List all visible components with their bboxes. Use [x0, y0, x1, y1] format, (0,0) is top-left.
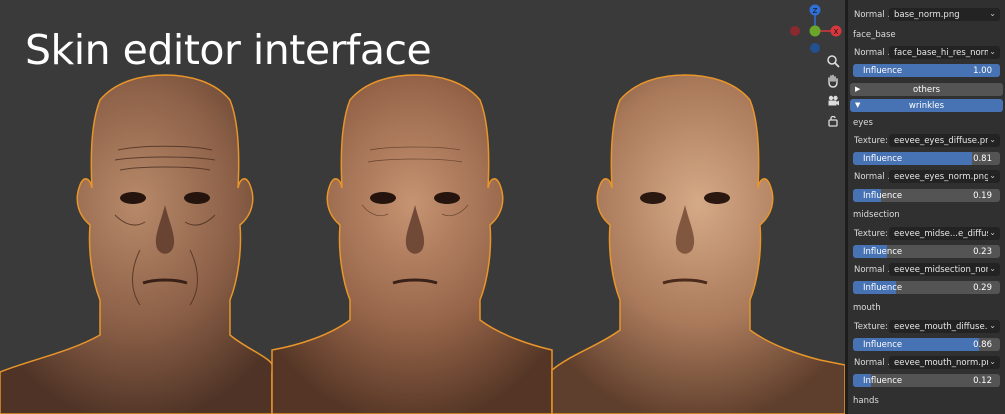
influence-slider[interactable]: Influence 0.86: [853, 338, 1000, 351]
field-value: eevee_mouth_diffuse.png: [894, 322, 988, 332]
viewport-tools: [824, 54, 842, 134]
chevron-down-icon: ⌄: [989, 171, 996, 180]
field-label: Texture:: [854, 229, 888, 239]
panel-row-11: midsection: [848, 208, 1005, 222]
panel-header-others[interactable]: ▶ others: [850, 83, 1003, 96]
gizmo-z-label: Z: [813, 7, 818, 15]
slider-label: Influence: [863, 376, 903, 386]
properties-panel: Normal ... base_norm.png ⌄ face_base Nor…: [848, 0, 1005, 414]
chevron-down-icon: ⌄: [989, 47, 996, 56]
slider-label: Influence: [863, 283, 903, 293]
slider-label: Influence: [863, 340, 903, 350]
field-value: eevee_eyes_norm.png: [894, 172, 988, 182]
field-label: Texture:: [854, 322, 888, 332]
panel-row-21: hands: [848, 394, 1005, 408]
chevron-down-icon: ⌄: [989, 321, 996, 330]
texture-select[interactable]: face_base_hi_res_norm.png ⌄: [889, 46, 1000, 59]
panel-row-9: Normal ... eevee_eyes_norm.png ⌄: [848, 170, 1005, 184]
texture-select[interactable]: eevee_mouth_norm.png ⌄: [889, 356, 1000, 369]
app-window: Skin editor interface Z X Normal ... bas…: [0, 0, 1005, 414]
viewport-title: Skin editor interface: [25, 26, 432, 74]
slider-label: Influence: [863, 247, 903, 257]
chevron-down-icon: ⌄: [989, 135, 996, 144]
texture-select[interactable]: eevee_midse...e_diffuse.png ⌄: [889, 227, 1000, 240]
panel-row-14: Normal ... eevee_midsection_norm.png ⌄: [848, 263, 1005, 277]
panel-row-7: Texture: eevee_eyes_diffuse.png ⌄: [848, 134, 1005, 148]
chevron-down-icon: ⌄: [989, 264, 996, 273]
section-label: eyes: [853, 118, 873, 128]
texture-select[interactable]: eevee_eyes_diffuse.png ⌄: [889, 134, 1000, 147]
3d-viewport[interactable]: Skin editor interface Z X: [0, 0, 845, 414]
panel-row-16: mouth: [848, 301, 1005, 315]
field-value: eevee_mouth_norm.png: [894, 358, 988, 368]
camera-icon[interactable]: [824, 94, 842, 112]
texture-select[interactable]: eevee_eyes_norm.png ⌄: [889, 170, 1000, 183]
field-value: base_norm.png: [894, 10, 960, 20]
lock-icon[interactable]: [824, 114, 842, 132]
slider-label: Influence: [863, 154, 903, 164]
slider-label: Influence: [863, 66, 903, 76]
slider-value: 0.86: [973, 340, 992, 350]
influence-slider[interactable]: Influence 0.81: [853, 152, 1000, 165]
triangle-down-icon: ▼: [855, 101, 861, 109]
chevron-down-icon: ⌄: [989, 357, 996, 366]
header-label: wrinkles: [908, 101, 945, 111]
panel-row-3: Influence 1.00: [848, 64, 1005, 78]
panel-row-19: Normal ... eevee_mouth_norm.png ⌄: [848, 356, 1005, 370]
zoom-icon[interactable]: [824, 54, 842, 72]
panel-header-wrinkles[interactable]: ▼ wrinkles: [850, 99, 1003, 112]
influence-slider[interactable]: Influence 0.29: [853, 281, 1000, 294]
influence-slider[interactable]: Influence 0.12: [853, 374, 1000, 387]
slider-value: 0.81: [973, 154, 992, 164]
panel-row-0: Normal ... base_norm.png ⌄: [848, 8, 1005, 22]
slider-value: 1.00: [973, 66, 992, 76]
panel-row-10: Influence 0.19: [848, 189, 1005, 203]
gizmo-x-label: X: [834, 28, 839, 36]
gizmo-neg-x[interactable]: [790, 26, 800, 36]
head-3: [551, 74, 845, 414]
section-label: face_base: [853, 30, 896, 40]
field-value: eevee_eyes_diffuse.png: [894, 136, 988, 146]
influence-slider[interactable]: Influence 0.23: [853, 245, 1000, 258]
head-2: [271, 74, 553, 414]
panel-row-8: Influence 0.81: [848, 152, 1005, 166]
gizmo-neg-z[interactable]: [810, 43, 820, 53]
section-label: hands: [853, 396, 879, 406]
triangle-right-icon: ▶: [855, 85, 861, 93]
slider-value: 0.12: [973, 376, 992, 386]
panel-row-6: eyes: [848, 116, 1005, 130]
field-value: eevee_midsection_norm.png: [894, 265, 988, 275]
header-label: others: [912, 85, 941, 95]
influence-slider[interactable]: Influence 1.00: [853, 64, 1000, 77]
chevron-down-icon: ⌄: [989, 228, 996, 237]
field-label: Texture:: [854, 136, 888, 146]
texture-select[interactable]: eevee_mouth_diffuse.png ⌄: [889, 320, 1000, 333]
field-value: eevee_midse...e_diffuse.png: [894, 229, 988, 239]
slider-value: 0.29: [973, 283, 992, 293]
texture-select[interactable]: base_norm.png ⌄: [889, 8, 1000, 21]
section-label: midsection: [853, 210, 900, 220]
panel-row-2: Normal ... face_base_hi_res_norm.png ⌄: [848, 46, 1005, 60]
hand-icon[interactable]: [824, 74, 842, 92]
gizmo-y[interactable]: [809, 25, 821, 37]
influence-slider[interactable]: Influence 0.19: [853, 189, 1000, 202]
slider-value: 0.19: [973, 191, 992, 201]
panel-row-20: Influence 0.12: [848, 374, 1005, 388]
panel-row-1: face_base: [848, 28, 1005, 42]
panel-row-13: Influence 0.23: [848, 245, 1005, 259]
field-value: face_base_hi_res_norm.png: [894, 48, 988, 58]
panel-row-12: Texture: eevee_midse...e_diffuse.png ⌄: [848, 227, 1005, 241]
texture-select[interactable]: eevee_midsection_norm.png ⌄: [889, 263, 1000, 276]
panel-row-15: Influence 0.29: [848, 281, 1005, 295]
section-label: mouth: [853, 303, 881, 313]
panel-row-17: Texture: eevee_mouth_diffuse.png ⌄: [848, 320, 1005, 334]
panel-row-18: Influence 0.86: [848, 338, 1005, 352]
slider-label: Influence: [863, 191, 903, 201]
chevron-down-icon: ⌄: [989, 9, 996, 18]
head-1: [0, 74, 275, 414]
slider-value: 0.23: [973, 247, 992, 257]
